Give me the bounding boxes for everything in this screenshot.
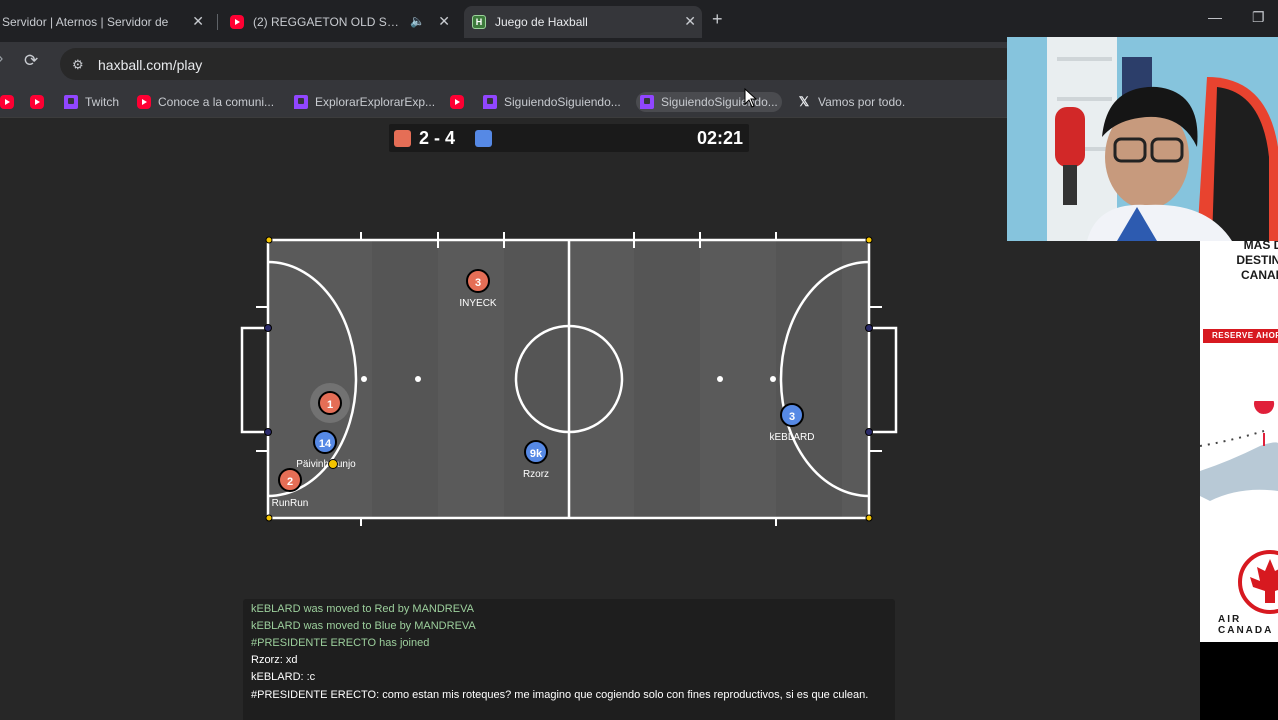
- chat-message: kEBLARD was moved to Red by MANDREVA: [251, 603, 474, 615]
- player-number: 9k: [530, 448, 543, 460]
- player-name: kEBLARD: [769, 432, 814, 443]
- mouse-cursor: [744, 87, 758, 108]
- ad-footer: [1200, 642, 1278, 720]
- ad-brand: AIR CANADA: [1218, 614, 1274, 636]
- chat-message: Rzorz: xd: [251, 654, 298, 666]
- player-name: Rzorz: [523, 469, 549, 480]
- player-number: 3: [789, 411, 795, 423]
- player-number: 2: [287, 476, 293, 488]
- maple-leaf-icon: [1238, 550, 1278, 614]
- webcam-image: [1007, 37, 1278, 241]
- webcam-overlay: [1007, 37, 1278, 241]
- player-name: Päivinh Junjo: [296, 459, 356, 470]
- chat-message: #PRESIDENTE ERECTO: como estan mis roteq…: [251, 689, 869, 701]
- ad-reserve-button[interactable]: RESERVE AHORA: [1203, 329, 1278, 343]
- player-1: 1: [318, 391, 342, 415]
- chat-message: kEBLARD was moved to Blue by MANDREVA: [251, 620, 476, 632]
- player-name: RunRun: [272, 498, 309, 509]
- ad-title: MÁS DE DESTINOS CANADÁ: [1236, 241, 1278, 282]
- player-number: 14: [319, 438, 332, 450]
- player-number: 3: [475, 277, 481, 289]
- player-name: INYECK: [459, 298, 497, 309]
- ad-map-graphic: [1200, 401, 1278, 501]
- chat-log[interactable]: kEBLARD was moved to Red by MANDREVA kEB…: [243, 599, 895, 720]
- advertisement[interactable]: MÁS DE DESTINOS CANADÁ RESERVE AHORA AIR…: [1200, 241, 1278, 720]
- chat-message: kEBLARD: :c: [251, 671, 316, 683]
- player-number: 1: [327, 399, 333, 411]
- ball: [328, 459, 338, 469]
- chat-message: #PRESIDENTE ERECTO has joined: [251, 637, 430, 649]
